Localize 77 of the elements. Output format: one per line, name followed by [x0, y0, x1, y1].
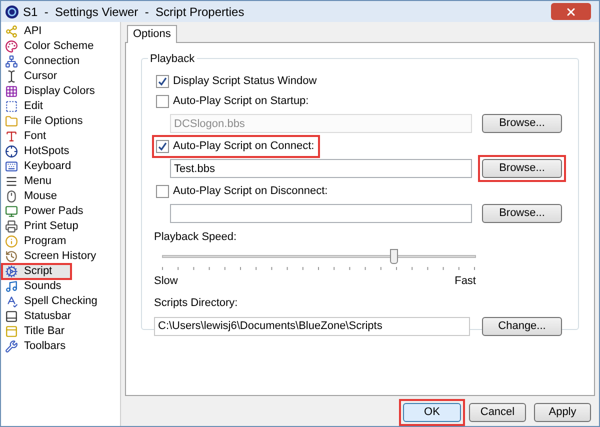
slider-thumb[interactable]	[390, 248, 398, 264]
sidebar-item[interactable]: Power Pads	[2, 204, 120, 219]
music-note-icon	[5, 280, 18, 293]
spell-check-icon	[5, 295, 18, 308]
network-icon	[5, 55, 18, 68]
check-icon	[158, 142, 167, 150]
menu-icon	[5, 175, 18, 188]
sidebar-item[interactable]: Sounds	[2, 279, 120, 294]
checkbox[interactable]	[156, 140, 169, 152]
checkbox-option[interactable]: Auto-Play Script on Disconnect:	[154, 182, 332, 200]
title-bar-icon	[5, 325, 18, 338]
checkbox[interactable]	[156, 74, 169, 88]
sidebar-item[interactable]: Mouse	[2, 189, 120, 204]
checkbox[interactable]	[156, 94, 169, 108]
push-button[interactable]: OK	[403, 403, 461, 422]
checkbox-option[interactable]: Auto-Play Script on Connect:	[154, 136, 318, 156]
slider-min-label: Slow	[154, 274, 178, 288]
monitor-icon	[5, 205, 18, 218]
file-path-field[interactable]	[170, 204, 472, 223]
push-button[interactable]: Browse...	[482, 159, 562, 178]
sidebar-item[interactable]: Screen History	[2, 249, 120, 264]
folder-icon	[5, 115, 18, 128]
sidebar-item[interactable]: Font	[2, 129, 120, 144]
sidebar-item[interactable]: Edit	[2, 99, 120, 114]
window-title: S1 - Settings Viewer - Script Properties	[23, 4, 244, 20]
sidebar-item[interactable]: Title Bar	[2, 324, 120, 339]
sidebar-item[interactable]: Program	[2, 234, 120, 249]
checkbox-label: Display Script Status Window	[173, 74, 317, 89]
checkbox-label: Auto-Play Script on Startup:	[173, 94, 309, 109]
directory-label: Scripts Directory:	[154, 296, 238, 311]
font-icon	[5, 130, 18, 143]
push-button[interactable]: Apply	[534, 403, 591, 422]
palette-icon	[5, 40, 18, 53]
info-icon	[5, 235, 18, 248]
push-button[interactable]: Cancel	[469, 403, 526, 422]
checkbox-label: Auto-Play Script on Connect:	[173, 138, 314, 154]
history-icon	[5, 250, 18, 263]
sidebar-item[interactable]: HotSpots	[2, 144, 120, 159]
sidebar-item[interactable]: Color Scheme	[2, 39, 120, 54]
sidebar-item[interactable]: Toolbars	[2, 339, 120, 354]
crosshair-icon	[5, 145, 18, 158]
push-button[interactable]: Change...	[482, 316, 562, 336]
sidebar-item[interactable]: Print Setup	[2, 219, 120, 234]
push-button[interactable]: Browse...	[482, 204, 562, 223]
slider-label: Playback Speed:	[154, 230, 237, 245]
keyboard-icon	[5, 160, 18, 173]
status-bar-icon	[5, 310, 18, 323]
file-path-field[interactable]: Test.bbs	[170, 159, 472, 178]
sidebar-item[interactable]: Menu	[2, 174, 120, 189]
close-button[interactable]	[551, 3, 591, 20]
checkbox[interactable]	[156, 184, 169, 198]
check-icon	[158, 76, 167, 86]
slider-max-label: Fast	[454, 274, 476, 288]
grid-icon	[5, 85, 18, 98]
checkbox-option[interactable]: Auto-Play Script on Startup:	[154, 92, 313, 110]
close-icon	[565, 6, 577, 18]
printer-icon	[5, 220, 18, 233]
share-icon	[5, 25, 18, 38]
sidebar-item[interactable]: Script	[2, 264, 71, 279]
mouse-icon	[5, 190, 18, 203]
sidebar-item[interactable]: Cursor	[2, 69, 120, 84]
checkbox-option[interactable]: Display Script Status Window	[154, 72, 321, 90]
sidebar-item[interactable]: File Options	[2, 114, 120, 129]
checkbox-label: Auto-Play Script on Disconnect:	[173, 184, 328, 199]
sidebar-item[interactable]: Statusbar	[2, 309, 120, 324]
sidebar-item[interactable]: Connection	[2, 54, 120, 69]
sidebar-item[interactable]: Keyboard	[2, 159, 120, 174]
directory-field[interactable]: C:\Users\lewisj6\Documents\BlueZone\Scripts	[154, 316, 470, 336]
dashed-square-icon	[5, 100, 18, 113]
sidebar-item[interactable]: API	[2, 24, 120, 39]
tab[interactable]: Options	[127, 25, 177, 43]
gear-icon	[5, 265, 18, 278]
sidebar-item[interactable]: Spell Checking	[2, 294, 120, 309]
wrench-icon	[5, 340, 18, 353]
group-title: Playback	[148, 51, 197, 68]
sidebar-item[interactable]: Display Colors	[2, 84, 120, 99]
app-logo-icon	[5, 4, 19, 18]
